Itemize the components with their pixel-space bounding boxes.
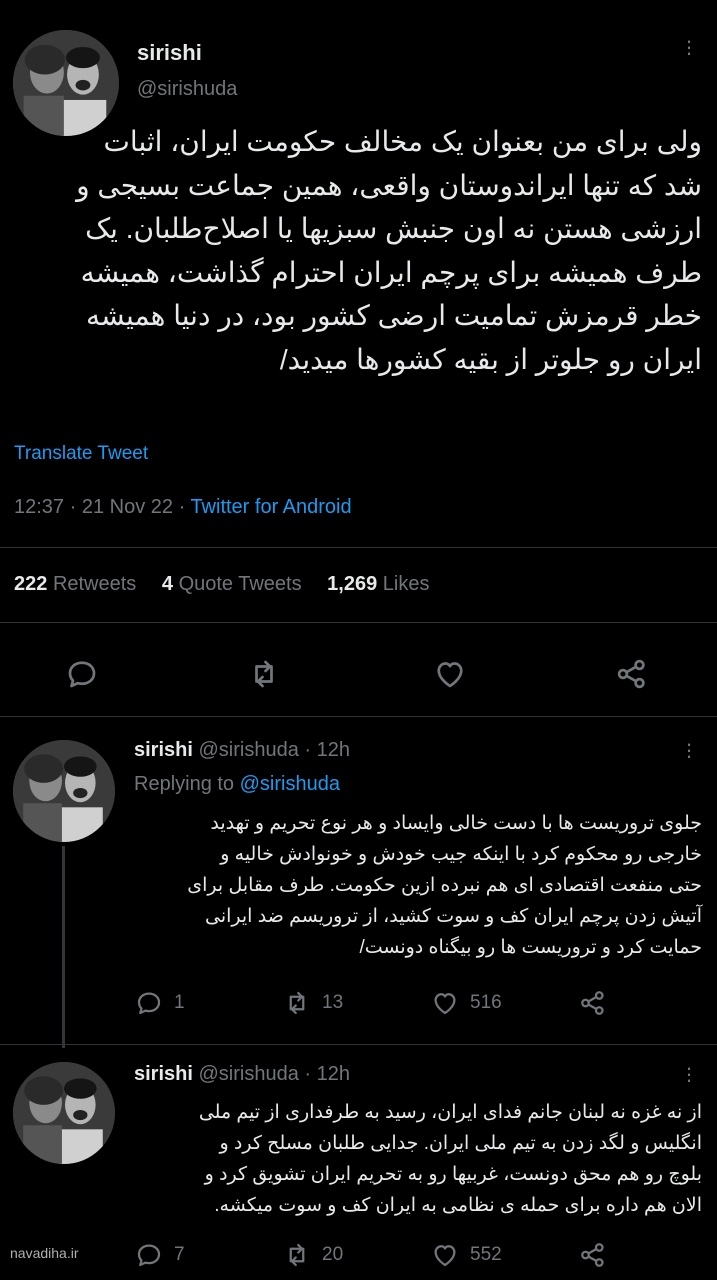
avatar-photo <box>13 740 115 842</box>
meta-separator: · <box>304 739 312 761</box>
reply-icon <box>137 992 161 1015</box>
tweet-text-line: از نه غزه نه لبنان جانم فدای ایران، رسید… <box>198 1102 702 1123</box>
retweet-button[interactable] <box>246 656 282 692</box>
reply-count: 1 <box>174 992 185 1013</box>
like-button[interactable]: 516 <box>430 988 502 1018</box>
share-button[interactable] <box>578 1240 608 1270</box>
meta-separator: · <box>178 496 191 518</box>
thread-line <box>62 846 65 1048</box>
tweet-text-line: انگلیس و لگد زدن به تیم ملی ایران. جدایی… <box>219 1133 702 1154</box>
watermark: navadiha.ir <box>10 1245 79 1261</box>
like-count: 552 <box>470 1244 502 1265</box>
retweet-icon <box>289 1243 305 1267</box>
retweet-icon <box>289 991 305 1015</box>
display-name[interactable]: sirishi <box>137 40 202 66</box>
like-count: 516 <box>470 992 502 1013</box>
replying-to: Replying to @sirishuda <box>134 773 340 796</box>
divider <box>0 547 717 548</box>
tweet-time: 12:37 <box>14 496 65 518</box>
share-icon <box>581 1243 604 1267</box>
share-button[interactable] <box>614 656 650 692</box>
meta-separator: · <box>304 1063 312 1085</box>
avatar[interactable] <box>13 1062 115 1164</box>
replying-to-label: Replying to <box>134 773 235 795</box>
retweet-icon <box>255 660 273 688</box>
tweet-text-line: ولی برای من بعنوان یک مخالف حکومت ایران،… <box>103 126 702 157</box>
share-icon <box>617 659 645 689</box>
more-options-icon[interactable]: · · · <box>682 733 696 767</box>
avatar-photo <box>13 1062 115 1164</box>
reply-header: sirishi @sirishuda · 12h <box>134 1063 350 1086</box>
more-options-icon[interactable]: · · · <box>682 1057 696 1091</box>
share-button[interactable] <box>578 988 608 1018</box>
reply-count: 7 <box>174 1244 185 1265</box>
tweet-text-line: شد که تنها ایراندوستان واقعی، همین جماعت… <box>76 169 702 201</box>
heart-icon <box>437 662 463 688</box>
tweet-text-line: جلوی تروریست ها با دست خالی وایساد و هر … <box>210 813 702 834</box>
tweet-time[interactable]: 12h <box>317 1063 350 1085</box>
avatar[interactable] <box>13 740 115 842</box>
tweet-text: جلوی تروریست ها با دست خالی وایساد و هر … <box>134 808 702 963</box>
like-button[interactable] <box>432 656 468 692</box>
reply-icon <box>68 661 96 688</box>
handle[interactable]: @sirishuda <box>137 78 237 101</box>
retweets-count: 222 <box>14 573 48 595</box>
tweet-meta: 12:37 · 21 Nov 22 · Twitter for Android <box>14 496 352 519</box>
reply-icon <box>137 1244 161 1267</box>
reply-button[interactable]: 1 <box>134 988 185 1018</box>
tweet-text-line: آتیش زدن پرچم ایران کف و سوت کشید، از تر… <box>205 906 702 927</box>
reply-header: sirishi @sirishuda · 12h <box>134 739 350 762</box>
retweet-button[interactable]: 13 <box>282 988 343 1018</box>
likes-stat[interactable]: 1,269 Likes <box>327 573 429 595</box>
retweet-count: 20 <box>322 1244 344 1265</box>
retweet-button[interactable]: 20 <box>282 1240 343 1270</box>
tweet-text: ولی برای من بعنوان یک مخالف حکومت ایران،… <box>14 120 702 381</box>
tweet-text-line: بلوچ رو هم محق دونست، غربیها رو به تحریم… <box>204 1164 702 1185</box>
tweet-text-line: خطر قرمزش تمامیت ارضی کشور بود، در دنیا … <box>86 300 702 331</box>
tweet-stats: 222 Retweets 4 Quote Tweets 1,269 Likes <box>14 573 430 596</box>
likes-label: Likes <box>382 573 430 595</box>
retweets-label: Retweets <box>52 573 137 595</box>
more-options-icon[interactable]: · · · <box>682 30 696 64</box>
reply-button[interactable] <box>64 656 100 692</box>
handle[interactable]: @sirishuda <box>198 1063 298 1085</box>
tweet-text-line: حمایت کرد و تروریست ها رو بیگناه دونست/ <box>359 937 702 958</box>
tweet-time[interactable]: 12h <box>317 739 350 761</box>
quote-tweets-count: 4 <box>161 573 173 595</box>
heart-icon <box>434 1245 456 1267</box>
heart-icon <box>434 993 456 1015</box>
tweet-source-link[interactable]: Twitter for Android <box>190 496 351 518</box>
tweet-text-line: ایران رو جلوتر از بقیه کشورها میدید/ <box>279 343 702 375</box>
retweet-count: 13 <box>322 992 344 1013</box>
display-name[interactable]: sirishi <box>134 739 193 761</box>
like-button[interactable]: 552 <box>430 1240 502 1270</box>
translate-tweet-link[interactable]: Translate Tweet <box>14 443 148 465</box>
tweet-text-line: ارزشی هستن نه اون جنبش سبزیها یا اصلاح‌ط… <box>85 213 702 244</box>
divider <box>0 716 717 717</box>
tweet-text: از نه غزه نه لبنان جانم فدای ایران، رسید… <box>134 1097 702 1221</box>
retweets-stat[interactable]: 222 Retweets <box>14 573 142 595</box>
tweet-text-line: طرف همیشه برای پرچم ایران احترام گذاشت، … <box>80 256 702 288</box>
quote-tweets-stat[interactable]: 4 Quote Tweets <box>162 573 307 595</box>
display-name[interactable]: sirishi <box>134 1063 193 1085</box>
tweet-text-line: الان هم داره برای حمله ی نظامی به ایران … <box>214 1195 702 1216</box>
likes-count: 1,269 <box>327 573 378 595</box>
tweet-text-line: حتی منفعت اقتصادی ای هم نبرده ازین حکومت… <box>187 875 702 896</box>
quote-tweets-label: Quote Tweets <box>178 573 302 595</box>
share-icon <box>581 991 604 1015</box>
divider <box>0 1044 717 1045</box>
replying-to-handle[interactable]: @sirishuda <box>240 773 340 795</box>
reply-button[interactable]: 7 <box>134 1240 185 1270</box>
divider <box>0 622 717 623</box>
tweet-text-line: خارجی رو محکوم کرد با اینکه جیب خودش و خ… <box>220 844 702 865</box>
handle[interactable]: @sirishuda <box>198 739 298 761</box>
tweet-date: 21 Nov 22 <box>81 496 174 518</box>
meta-separator: · <box>69 496 82 518</box>
